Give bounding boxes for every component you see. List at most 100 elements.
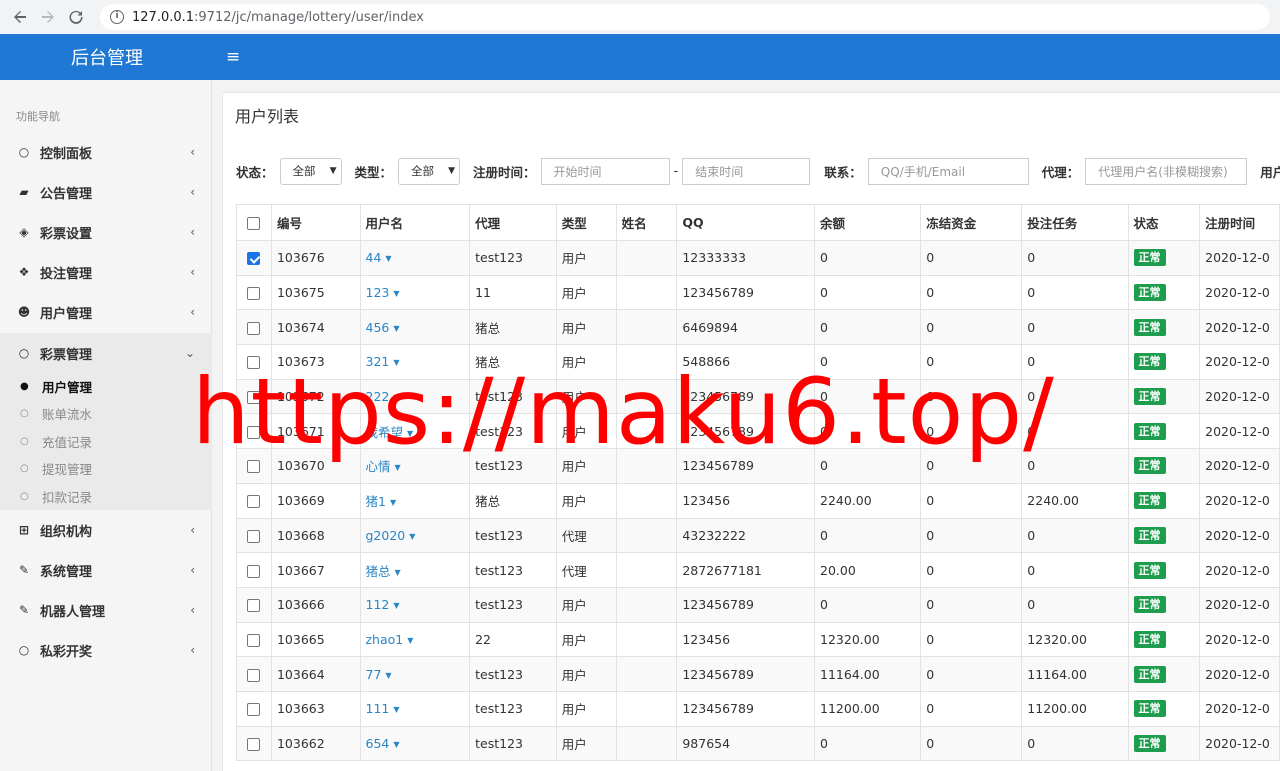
caret-down-icon[interactable]: ▼ [393, 324, 399, 333]
row-checkbox[interactable] [247, 287, 261, 301]
username-link[interactable]: 321 [366, 354, 390, 369]
col-status[interactable]: 状态 [1127, 204, 1201, 241]
sidebar-item-8[interactable]: ✎ 机器人管理 ‹ [0, 590, 212, 630]
col-type[interactable]: 类型 [555, 204, 617, 241]
username-link[interactable]: 心情 [366, 459, 391, 474]
username-link[interactable]: 123 [366, 285, 390, 300]
username-link[interactable]: g2020 [366, 528, 406, 543]
caret-down-icon[interactable]: ▼ [385, 254, 391, 263]
username-link[interactable]: 猪1 [366, 494, 386, 509]
table-row[interactable]: 103674 456 ▼ 猪总 用户 6469894 0 0 0 正常 2020-12-0 [236, 309, 1280, 346]
row-checkbox[interactable] [247, 668, 261, 682]
username-link[interactable]: zhao1 [366, 632, 404, 647]
username-link[interactable]: 456 [366, 320, 390, 335]
sidebar-item-3[interactable]: ❖ 投注管理 ‹ [0, 252, 212, 292]
caret-down-icon[interactable]: ▼ [395, 568, 401, 577]
info-icon[interactable]: i [110, 10, 124, 24]
table-row[interactable]: 103669 猪1 ▼ 猪总 用户 123456 2240.00 0 2240.00 正常 2020… [236, 482, 1280, 519]
table-row[interactable]: 103671 我希望 ▼ test123 用户 123456789 0 0 0 正常 2020-12… [236, 413, 1280, 450]
sidebar-item-7[interactable]: ✎ 系统管理 ‹ [0, 550, 212, 590]
sidebar-item-5[interactable]: ○ 彩票管理 ⌄ [0, 333, 212, 373]
table-row[interactable]: 103664 77 ▼ test123 用户 123456789 11164.00 0 1116… [236, 656, 1280, 692]
table-row[interactable]: 103668 g2020 ▼ test123 代理 43232222 0 0 0 正常 2020-1… [236, 517, 1280, 554]
username-link[interactable]: 猪总 [366, 564, 391, 579]
table-row[interactable]: 103673 321 ▼ 猪总 用户 548866 0 0 0 正常 2020-12-0 [236, 344, 1280, 380]
sidebar-item-2[interactable]: ◈ 彩票设置 ‹ [0, 212, 212, 252]
cell-id: 103675 [270, 274, 361, 311]
row-checkbox[interactable] [247, 356, 261, 370]
col-agent[interactable]: 代理 [469, 204, 557, 241]
row-checkbox[interactable] [247, 737, 261, 751]
username-link[interactable]: 222 [366, 389, 390, 404]
sidebar-item-6[interactable]: ⊞ 组织机构 ‹ [0, 510, 212, 550]
row-checkbox[interactable] [247, 425, 261, 439]
sidebar-item-1[interactable]: ▰ 公告管理 ‹ [0, 172, 212, 212]
row-checkbox[interactable] [247, 391, 261, 405]
col-frozen[interactable]: 冻结资金 [920, 204, 1023, 241]
caret-down-icon[interactable]: ▼ [385, 671, 391, 680]
sidebar-subitem-2[interactable]: ○ 充值记录 [0, 428, 212, 455]
status-select[interactable]: 全部 ▼ [279, 157, 342, 185]
row-checkbox[interactable] [247, 703, 261, 717]
caret-down-icon[interactable]: ▼ [393, 740, 399, 749]
sidebar-item-4[interactable]: ☻ 用户管理 ‹ [0, 292, 212, 332]
username-link[interactable]: 111 [366, 701, 390, 716]
select-all-checkbox[interactable] [247, 217, 261, 230]
row-checkbox[interactable] [247, 529, 261, 543]
row-checkbox[interactable] [247, 460, 261, 474]
table-row[interactable]: 103670 心情 ▼ test123 用户 123456789 0 0 0 正常 2020-12-… [236, 448, 1280, 484]
sidebar-item-0[interactable]: ○ 控制面板 ‹ [0, 132, 212, 172]
end-time-input[interactable]: 结束时间 [682, 157, 811, 185]
agent-input[interactable]: 代理用户名(非模糊搜索) [1085, 157, 1248, 185]
arrow-right-icon[interactable] [34, 3, 62, 31]
caret-down-icon[interactable]: ▼ [393, 358, 399, 367]
menu-toggle-icon[interactable]: ≡ [226, 47, 240, 67]
row-checkbox[interactable] [247, 495, 261, 509]
col-qq[interactable]: QQ [676, 204, 816, 241]
col-reg-time[interactable]: 注册时间 [1199, 204, 1280, 241]
row-checkbox[interactable] [247, 252, 261, 266]
table-row[interactable]: 103676 44 ▼ test123 用户 12333333 0 0 0 正常 2020-12-0 [236, 240, 1280, 276]
table-row[interactable]: 103675 123 ▼ 11 用户 123456789 0 0 0 正常 2020-12-0 [236, 274, 1280, 311]
sidebar-subitem-1[interactable]: ○ 账单流水 [0, 400, 212, 427]
address-bar[interactable]: i 127.0.0.1:9712/jc/manage/lottery/user/… [100, 4, 1270, 30]
table-row[interactable]: 103667 猪总 ▼ test123 代理 2872677181 20.00 0 0 正常 202… [236, 552, 1280, 588]
col-name[interactable]: 姓名 [615, 204, 678, 241]
row-checkbox[interactable] [247, 633, 261, 647]
reload-icon[interactable] [62, 3, 90, 31]
table-row[interactable]: 103665 zhao1 ▼ 22 用户 123456 12320.00 0 12320.00 正… [236, 621, 1280, 658]
table-row[interactable]: 103663 111 ▼ test123 用户 123456789 11200.00 0 112… [236, 690, 1280, 727]
sidebar-item-9[interactable]: ○ 私彩开奖 ‹ [0, 630, 212, 670]
col-balance[interactable]: 余额 [814, 204, 922, 241]
arrow-left-icon[interactable] [6, 3, 34, 31]
username-link[interactable]: 654 [366, 736, 390, 751]
row-checkbox[interactable] [247, 599, 261, 613]
caret-down-icon[interactable]: ▼ [393, 601, 399, 610]
row-checkbox[interactable] [247, 321, 261, 335]
col-username[interactable]: 用户名 [359, 204, 471, 241]
contact-input[interactable]: QQ/手机/Email [867, 157, 1029, 185]
sidebar-subitem-4[interactable]: ○ 扣款记录 [0, 483, 212, 510]
type-select[interactable]: 全部 ▼ [398, 157, 461, 185]
username-link[interactable]: 我希望 [366, 425, 404, 440]
caret-down-icon[interactable]: ▼ [409, 532, 415, 541]
caret-down-icon[interactable]: ▼ [393, 393, 399, 402]
row-checkbox[interactable] [247, 564, 261, 578]
col-bet-task[interactable]: 投注任务 [1021, 204, 1129, 241]
col-id[interactable]: 编号 [270, 204, 361, 241]
username-link[interactable]: 44 [366, 250, 382, 265]
caret-down-icon[interactable]: ▼ [390, 498, 396, 507]
username-link[interactable]: 112 [366, 597, 390, 612]
username-link[interactable]: 77 [366, 667, 382, 682]
caret-down-icon[interactable]: ▼ [395, 463, 401, 472]
sidebar-subitem-3[interactable]: ○ 提现管理 [0, 455, 212, 482]
caret-down-icon[interactable]: ▼ [393, 289, 399, 298]
sidebar-subitem-0[interactable]: ● 用户管理 [0, 373, 212, 400]
caret-down-icon[interactable]: ▼ [407, 429, 413, 438]
caret-down-icon[interactable]: ▼ [393, 705, 399, 714]
table-row[interactable]: 103666 112 ▼ test123 用户 123456789 0 0 0 正常 2020-12… [236, 586, 1280, 623]
table-row[interactable]: 103672 222 ▼ test123 用户 123456789 0 0 0 正常 2020-12… [236, 378, 1280, 415]
caret-down-icon[interactable]: ▼ [407, 636, 413, 645]
start-time-input[interactable]: 开始时间 [540, 157, 670, 185]
table-row[interactable]: 103662 654 ▼ test123 用户 987654 0 0 0 正常 2020-12-0 [236, 725, 1280, 762]
